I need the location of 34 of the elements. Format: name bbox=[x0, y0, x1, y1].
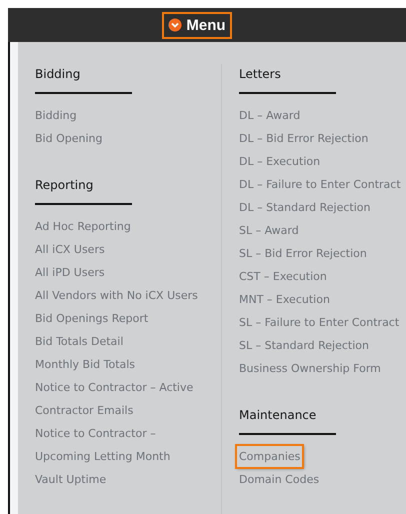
menu-item[interactable]: Business Ownership Form bbox=[239, 357, 381, 380]
section-heading: Maintenance bbox=[239, 407, 318, 424]
menu-item[interactable]: Monthly Bid Totals bbox=[35, 353, 136, 376]
menu-item[interactable]: DL – Award bbox=[239, 104, 300, 127]
section-heading: Letters bbox=[239, 66, 282, 83]
menu-item[interactable]: Ad Hoc Reporting bbox=[35, 215, 131, 238]
menu-item[interactable]: Upcoming Letting Month bbox=[35, 445, 170, 468]
menu-item[interactable]: DL – Failure to Enter Contract bbox=[239, 173, 401, 196]
menu-item[interactable]: Companies bbox=[236, 445, 304, 468]
menu-item[interactable]: CST – Execution bbox=[239, 265, 327, 288]
menu-item[interactable]: SL – Standard Rejection bbox=[239, 334, 370, 357]
section-heading: Reporting bbox=[35, 177, 94, 194]
menu-item[interactable]: Contractor Emails bbox=[35, 399, 134, 422]
menu-item[interactable]: Notice to Contractor – Active bbox=[35, 376, 194, 399]
menu-item[interactable]: All Vendors with No iCX Users bbox=[35, 284, 198, 307]
menu-item[interactable]: Bid Openings Report bbox=[35, 307, 148, 330]
section-heading: Bidding bbox=[35, 66, 82, 83]
menu-item[interactable]: MNT – Execution bbox=[239, 288, 330, 311]
menu-item[interactable]: Bidding bbox=[35, 104, 77, 127]
menu-item[interactable]: Bid Totals Detail bbox=[35, 330, 124, 353]
menu-item[interactable]: Vault Uptime bbox=[35, 468, 106, 491]
menu-item[interactable]: Bid Opening bbox=[35, 127, 102, 150]
menu-item[interactable]: All iCX Users bbox=[35, 238, 105, 261]
menu-item[interactable]: Domain Codes bbox=[239, 468, 320, 491]
menu-item[interactable]: Notice to Contractor – bbox=[35, 422, 156, 445]
menu-item[interactable]: SL – Award bbox=[239, 219, 299, 242]
menu-item[interactable]: DL – Bid Error Rejection bbox=[239, 127, 368, 150]
menu-item[interactable]: DL – Execution bbox=[239, 150, 320, 173]
menu-item[interactable]: DL – Standard Rejection bbox=[239, 196, 370, 219]
menu-item[interactable]: SL – Failure to Enter Contract bbox=[239, 311, 400, 334]
menu-item[interactable]: SL – Bid Error Rejection bbox=[239, 242, 367, 265]
chevron-icon bbox=[168, 18, 182, 32]
menu-item[interactable]: All iPD Users bbox=[35, 261, 105, 284]
menu-button[interactable]: Menu bbox=[162, 12, 232, 38]
